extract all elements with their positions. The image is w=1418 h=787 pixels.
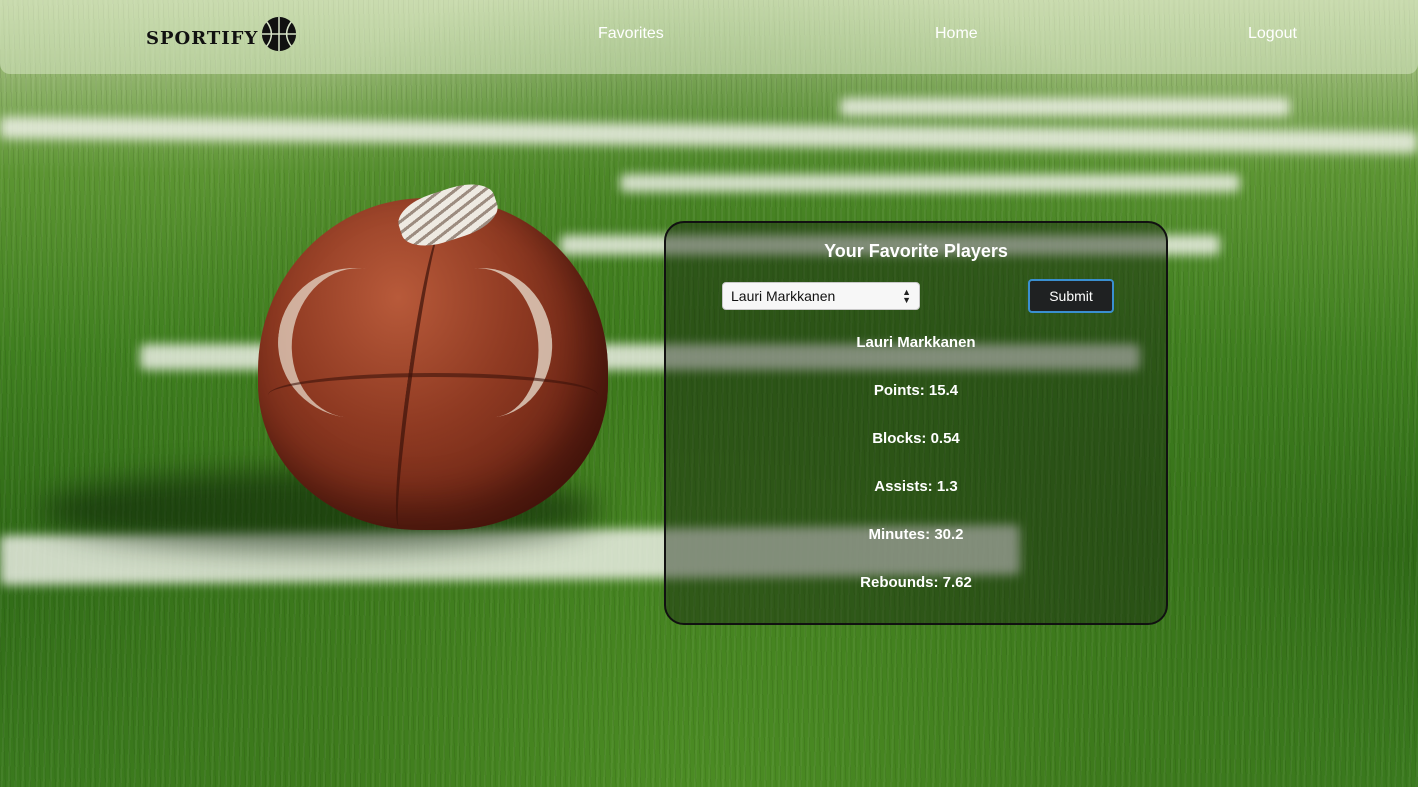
stat-assists: Assists: 1.3: [874, 478, 958, 495]
player-name: Lauri Markkanen: [856, 334, 976, 351]
stat-blocks: Blocks: 0.54: [872, 430, 960, 447]
yard-line: [840, 98, 1290, 116]
navbar: SPORTIFY Favorites Home Logout: [0, 0, 1418, 74]
stat-points: Points: 15.4: [873, 382, 959, 399]
nav-link-home[interactable]: Home: [935, 25, 978, 43]
nav-link-logout[interactable]: Logout: [1248, 25, 1297, 43]
card-title: Your Favorite Players: [824, 241, 1008, 261]
player-select[interactable]: Lauri Markkanen ▲ ▼: [722, 282, 920, 310]
stat-rebounds: Rebounds: 7.62: [860, 574, 972, 591]
select-arrows-icon: ▲ ▼: [902, 287, 911, 305]
logo[interactable]: SPORTIFY: [146, 14, 298, 54]
football-image: [258, 175, 608, 530]
player-select-value: Lauri Markkanen: [731, 288, 836, 304]
nav-link-favorites[interactable]: Favorites: [598, 25, 664, 43]
basketball-icon: [262, 16, 297, 52]
submit-button[interactable]: Submit: [1028, 279, 1114, 313]
ball-seam: [268, 373, 598, 417]
stat-minutes: Minutes: 30.2: [868, 526, 964, 543]
yard-line: [620, 174, 1240, 192]
logo-text: SPORTIFY: [146, 27, 259, 49]
favorite-players-card: Your Favorite Players Lauri Markkanen ▲ ▼…: [664, 221, 1168, 625]
